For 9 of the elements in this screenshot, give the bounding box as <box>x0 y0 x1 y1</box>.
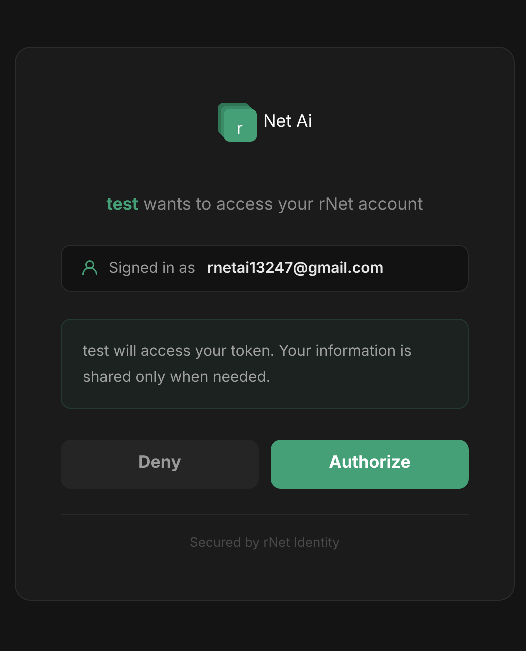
deny-button[interactable]: Deny <box>61 440 259 488</box>
app-name: Net Ai <box>264 111 312 134</box>
user-icon <box>81 259 99 277</box>
consent-heading: test wants to access your rNet account <box>106 194 424 217</box>
authorize-button[interactable]: Authorize <box>271 440 469 488</box>
account-email: rnetai13247@gmail.com <box>208 256 384 279</box>
app-logo: r <box>218 103 258 143</box>
signed-in-label: Signed in as <box>109 256 196 279</box>
notice-text: test will access your token. Your information is shared only when needed. <box>83 340 413 388</box>
